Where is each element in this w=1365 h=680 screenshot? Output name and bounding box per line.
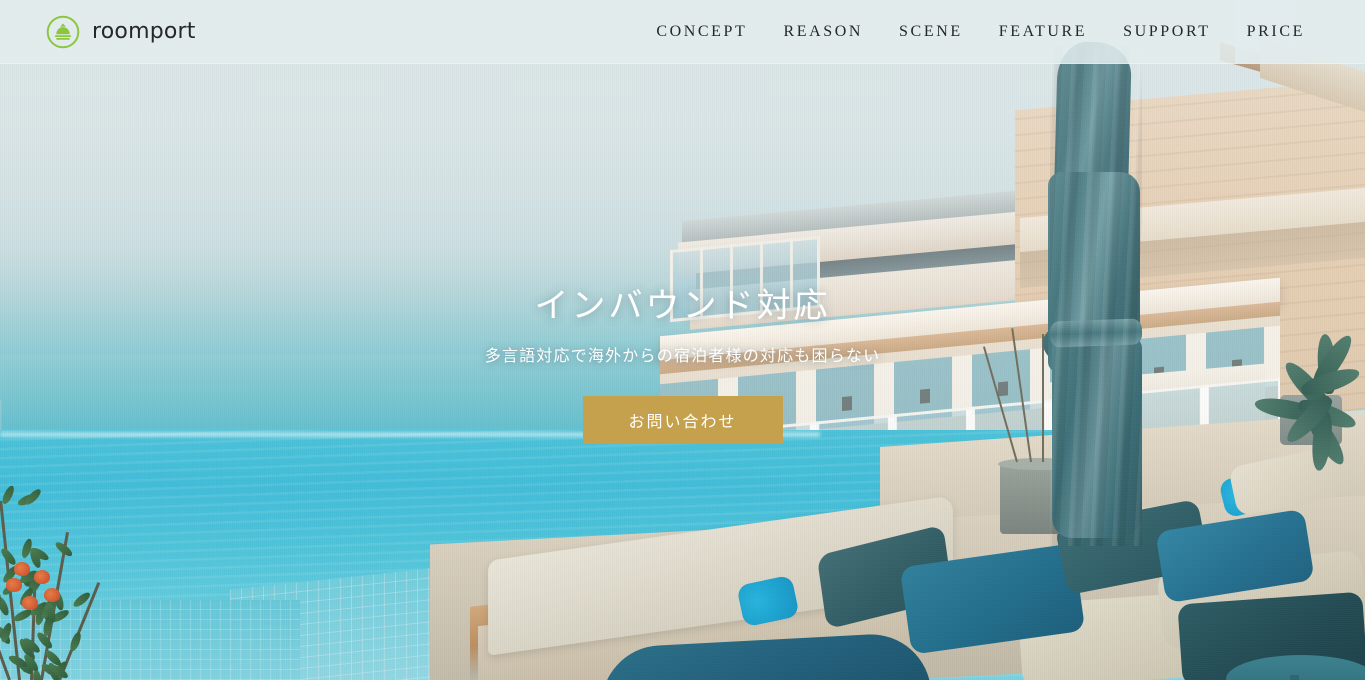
contact-cta-button[interactable]: お問い合わせ bbox=[582, 395, 783, 444]
shrub-flower bbox=[14, 562, 30, 576]
main-navigation: CONCEPT REASON SCENE FEATURE SUPPORT PRI… bbox=[638, 23, 1323, 41]
hero-section bbox=[0, 0, 1365, 680]
side-table-leg bbox=[1290, 675, 1299, 680]
nav-item-price[interactable]: PRICE bbox=[1229, 23, 1323, 41]
shrub-flower bbox=[6, 578, 22, 592]
shrub-flower bbox=[22, 596, 38, 610]
shrub-flower bbox=[34, 570, 50, 584]
shrub-leaf bbox=[68, 630, 83, 653]
furled-umbrella bbox=[1036, 41, 1154, 546]
nav-item-scene[interactable]: SCENE bbox=[881, 23, 981, 41]
brand-logo[interactable]: roomport bbox=[45, 14, 196, 50]
hero-background-photo bbox=[0, 0, 1365, 680]
site-header: roomport CONCEPT REASON SCENE FEATURE SU… bbox=[0, 0, 1365, 64]
service-bell-icon bbox=[45, 14, 81, 50]
shrub-flower bbox=[44, 588, 60, 602]
nav-item-reason[interactable]: REASON bbox=[765, 23, 881, 41]
nav-item-concept[interactable]: CONCEPT bbox=[638, 23, 765, 41]
nav-item-support[interactable]: SUPPORT bbox=[1105, 23, 1229, 41]
glass-mullions bbox=[670, 235, 820, 323]
nav-item-feature[interactable]: FEATURE bbox=[981, 23, 1105, 41]
brand-name: roomport bbox=[92, 19, 196, 44]
flowering-shrub bbox=[0, 470, 130, 680]
umbrella-fabric-folds bbox=[1050, 46, 1142, 546]
shrub-leaf bbox=[0, 484, 16, 506]
shrub-leaf bbox=[23, 487, 44, 507]
